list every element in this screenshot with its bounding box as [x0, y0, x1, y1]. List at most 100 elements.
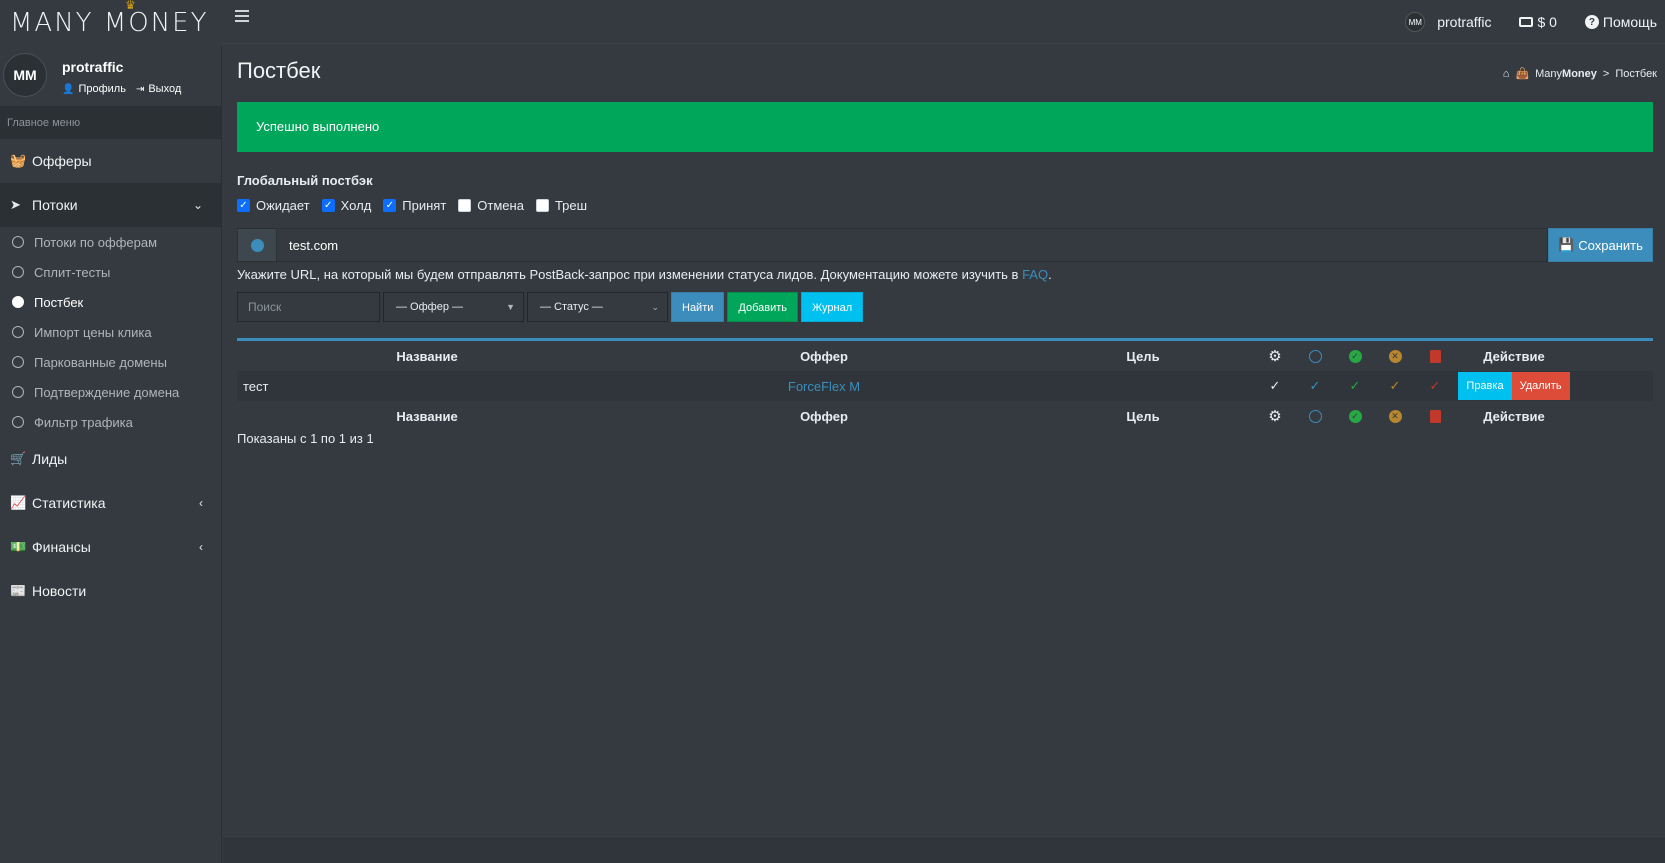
paper-plane-icon: ➤: [10, 197, 21, 212]
sidebar-item-leads[interactable]: 🛒 Лиды: [0, 437, 221, 481]
user-name: protraffic: [1437, 14, 1492, 30]
sidebar-item-streams[interactable]: ➤ Потоки ⌄: [0, 183, 221, 227]
status-checkbox-hold[interactable]: ✓ Холд: [321, 198, 372, 213]
offer-select[interactable]: — Оффер — ▼: [383, 292, 524, 322]
column-header-offer[interactable]: Оффер: [617, 341, 1031, 371]
status-checkbox-trash[interactable]: Треш: [535, 198, 588, 213]
save-button[interactable]: 💾 Сохранить: [1548, 228, 1653, 262]
add-button[interactable]: Добавить: [727, 292, 799, 322]
check-icon: ✓: [1349, 378, 1361, 393]
caret-down-icon: ▼: [506, 302, 515, 312]
sidebar-item-label: Финансы: [32, 539, 91, 555]
status-checkbox-pending[interactable]: ✓ Ожидает: [237, 198, 310, 213]
sidebar-subitem-click-price-import[interactable]: Импорт цены клика: [0, 317, 221, 347]
menu-toggle-icon[interactable]: [235, 10, 249, 24]
breadcrumb-current: Постбек: [1615, 67, 1657, 80]
global-postback-title: Глобальный постбэк: [237, 173, 373, 188]
sidebar-subitem-label: Фильтр трафика: [34, 414, 133, 430]
logout-link[interactable]: ⇥ Выход: [136, 83, 181, 95]
faq-link[interactable]: FAQ: [1022, 267, 1048, 282]
profile-link[interactable]: 👤 Профиль: [62, 83, 126, 95]
checkbox-label: Треш: [554, 198, 588, 213]
log-button[interactable]: Журнал: [801, 292, 864, 322]
column-footer-name: Название: [396, 408, 458, 424]
save-icon: 💾: [1558, 237, 1575, 252]
checkbox[interactable]: ✓: [321, 199, 335, 212]
breadcrumb-home-light: Many: [1535, 67, 1563, 80]
navbar-right: MM protraffic $ 0 ? Помощь: [1405, 0, 1665, 44]
success-alert: Успешно выполнено: [237, 102, 1653, 152]
column-header-settings: ⚙: [1255, 341, 1295, 371]
user-menu[interactable]: MM protraffic: [1405, 12, 1491, 32]
home-icon[interactable]: ⌂: [1503, 68, 1510, 80]
sidebar-item-finances[interactable]: 💵 Финансы ‹: [0, 525, 221, 569]
brand-logo[interactable]: ♛ MANY MONEY: [0, 0, 222, 44]
sidebar-item-offers[interactable]: 🧺 Офферы: [0, 139, 221, 183]
logout-label: Выход: [148, 83, 182, 95]
sidebar-item-news[interactable]: 📰 Новости: [0, 569, 221, 613]
sidebar-item-label: Потоки: [32, 197, 78, 213]
status-checkbox-accepted[interactable]: ✓ Принят: [383, 198, 446, 213]
chart-icon: 📈: [10, 495, 27, 510]
help-label: Помощь: [1602, 14, 1657, 30]
delete-button[interactable]: Удалить: [1511, 372, 1570, 400]
times-circle-icon: ✕: [1388, 409, 1402, 423]
status-checkbox-cancel[interactable]: Отмена: [458, 198, 524, 213]
breadcrumb-separator: >: [1602, 67, 1610, 80]
checkbox-label: Ожидает: [256, 198, 310, 213]
column-header-accepted: ✓: [1335, 341, 1375, 371]
circle-icon: [12, 416, 24, 428]
trash-icon: [1429, 349, 1441, 363]
circle-icon: [12, 296, 24, 308]
column-header-pending: [1295, 341, 1335, 371]
offer-link[interactable]: ForceFlex M: [788, 379, 860, 394]
postback-url-input[interactable]: test.com: [277, 228, 1548, 262]
sidebar-subitem-traffic-filter[interactable]: Фильтр трафика: [0, 407, 221, 437]
profile-label: Профиль: [78, 83, 126, 95]
menu-header: Главное меню: [0, 107, 221, 139]
edit-button[interactable]: Правка: [1458, 372, 1512, 400]
row-offer: ForceFlex M: [617, 371, 1031, 401]
row-settings: ✓: [1255, 371, 1295, 401]
search-input[interactable]: Поиск: [237, 292, 380, 322]
sidebar-subitem-label: Импорт цены клика: [34, 324, 152, 340]
sidebar-subitem-domain-verification[interactable]: Подтверждение домена: [0, 377, 221, 407]
sidebar-item-label: Новости: [32, 583, 87, 599]
sidebar-subitem-label: Постбек: [34, 294, 84, 310]
sidebar-subitem-offer-streams[interactable]: Потоки по офферам: [0, 227, 221, 257]
row-pending: ✓: [1295, 371, 1335, 401]
breadcrumb-home[interactable]: ManyMoney: [1535, 68, 1597, 80]
column-footer-trash: [1415, 401, 1455, 431]
circle-icon: [12, 386, 24, 398]
status-select[interactable]: — Статус — ⌄: [527, 292, 668, 322]
find-button[interactable]: Найти: [671, 292, 725, 322]
checkbox[interactable]: ✓: [383, 199, 397, 212]
check-icon: ✓: [1389, 378, 1401, 393]
chevron-left-icon: ‹: [199, 540, 203, 554]
page-title: Постбек: [237, 58, 321, 83]
sidebar-subitem-parked-domains[interactable]: Паркованные домены: [0, 347, 221, 377]
column-header-name[interactable]: Название: [237, 341, 617, 371]
circle-icon: [12, 326, 24, 338]
checkbox-label: Холд: [340, 198, 372, 213]
trash-icon: [1429, 409, 1441, 423]
row-cancel: ✓: [1375, 371, 1415, 401]
checkbox-label: Отмена: [477, 198, 524, 213]
column-header-goal[interactable]: Цель: [1031, 341, 1255, 371]
table-row: тест ForceFlex M ✓ ✓ ✓ ✓ ✓ Правка Удалит…: [237, 371, 1653, 401]
sidebar-subitem-split-tests[interactable]: Сплит-тесты: [0, 257, 221, 287]
question-icon: ?: [1584, 15, 1599, 29]
column-header-cancel: ✕: [1375, 341, 1415, 371]
column-footer-accepted: ✓: [1335, 401, 1375, 431]
help-link[interactable]: ? Помощь: [1584, 14, 1657, 30]
checkbox[interactable]: ✓: [237, 199, 250, 212]
cart-icon: 🛒: [10, 451, 27, 466]
checkbox[interactable]: [458, 199, 472, 212]
breadcrumb-home-bold: Money: [1562, 67, 1597, 80]
balance-link[interactable]: $ 0: [1519, 14, 1557, 30]
url-addon: [237, 228, 277, 262]
row-trash: ✓: [1415, 371, 1455, 401]
checkbox[interactable]: [535, 199, 549, 212]
sidebar-subitem-postback[interactable]: Постбек: [0, 287, 221, 317]
sidebar-item-statistics[interactable]: 📈 Статистика ‹: [0, 481, 221, 525]
